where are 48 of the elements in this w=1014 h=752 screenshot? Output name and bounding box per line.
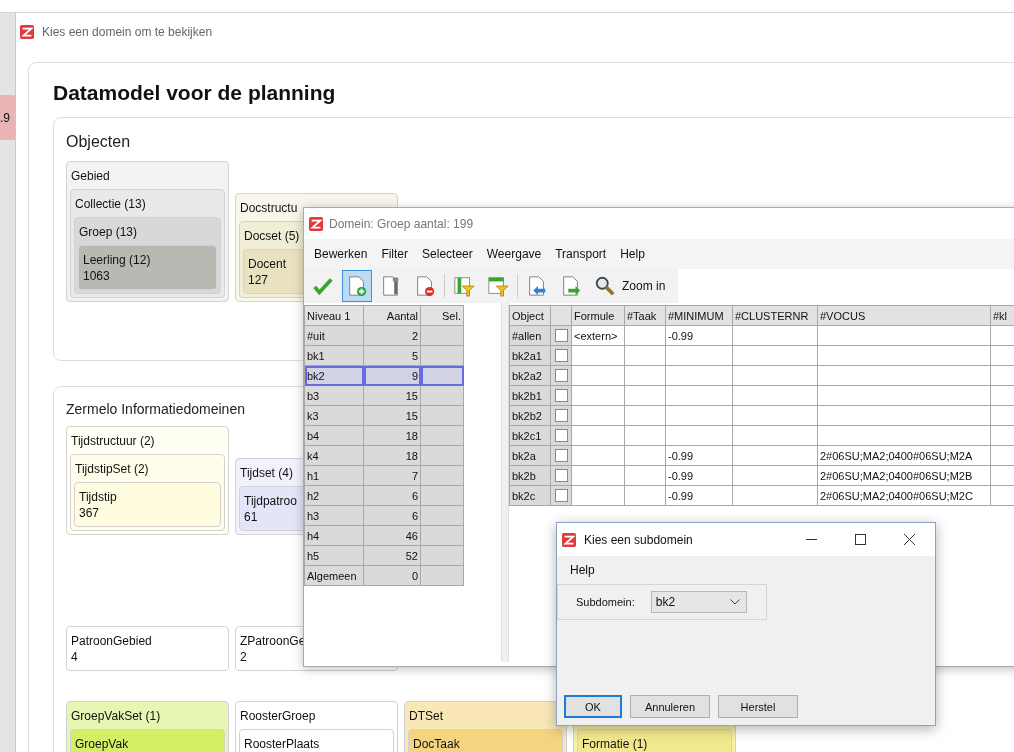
domain-label: RoosterPlaats [243,736,320,752]
domain-label: Formatie (1) [581,736,648,752]
section-title: Zermelo Informatiedomeinen [66,400,245,419]
table-cell: bk1 [304,345,364,366]
domain-label: RoosterGroep [239,708,316,725]
table-cell: bk2 [304,365,364,386]
domain-count: 61 [243,509,258,525]
section-title: Objecten [66,132,131,152]
domain-label: TijdstipSet (2) [74,461,149,478]
dialog-title: Kies een subdomein [584,532,693,547]
table-cell: k4 [304,445,364,466]
table-cell: b3 [304,385,364,406]
domain-label: Tijdset (4) [239,465,293,482]
table-cell: h3 [304,505,364,526]
table-cell: h4 [304,525,364,546]
domain-label: Leerling (12) [82,252,151,268]
table-cell: Algemeen [304,565,364,586]
domain-count: 2 [239,649,247,665]
domain-label: Tijdstructuur (2) [70,433,155,450]
domain-label: DocTaak [412,736,460,752]
domain-label: Docset (5) [243,228,300,245]
domain-label: PatroonGebied [70,633,152,649]
domain-label: DTSet [408,708,443,725]
table-cell: #uit [304,325,364,346]
page-heading: Datamodel voor de planning [53,80,337,106]
domain-count: 367 [78,505,100,521]
table-cell: h1 [304,465,364,486]
domain-label: Tijdstip [78,489,117,505]
domain-label: ZPatroonGe [239,633,306,649]
domain-label: Groep (13) [78,224,138,241]
table-cell: b4 [304,425,364,446]
domain-label: GroepVakSet (1) [70,708,161,725]
domain-label: Docstructu [239,200,298,217]
domain-count: 1063 [82,268,110,284]
domain-count: 4 [70,649,78,665]
field-label: Subdomein: [576,596,635,608]
domain-label: Tijdpatroo [243,493,297,509]
window-title: Kies een domein om te bekijken [42,24,213,39]
domain-label: Docent [247,256,287,272]
domain-label: GroepVak [74,736,129,752]
domain-label: Collectie (13) [74,196,146,213]
table-cell: k3 [304,405,364,426]
domain-label: Gebied [70,168,110,185]
window-title: Domein: Groep aantal: 199 [329,216,474,231]
domain-count: 127 [247,272,269,288]
edge-text: .9 [0,110,10,125]
table-cell: h2 [304,485,364,506]
table-cell: h5 [304,545,364,566]
